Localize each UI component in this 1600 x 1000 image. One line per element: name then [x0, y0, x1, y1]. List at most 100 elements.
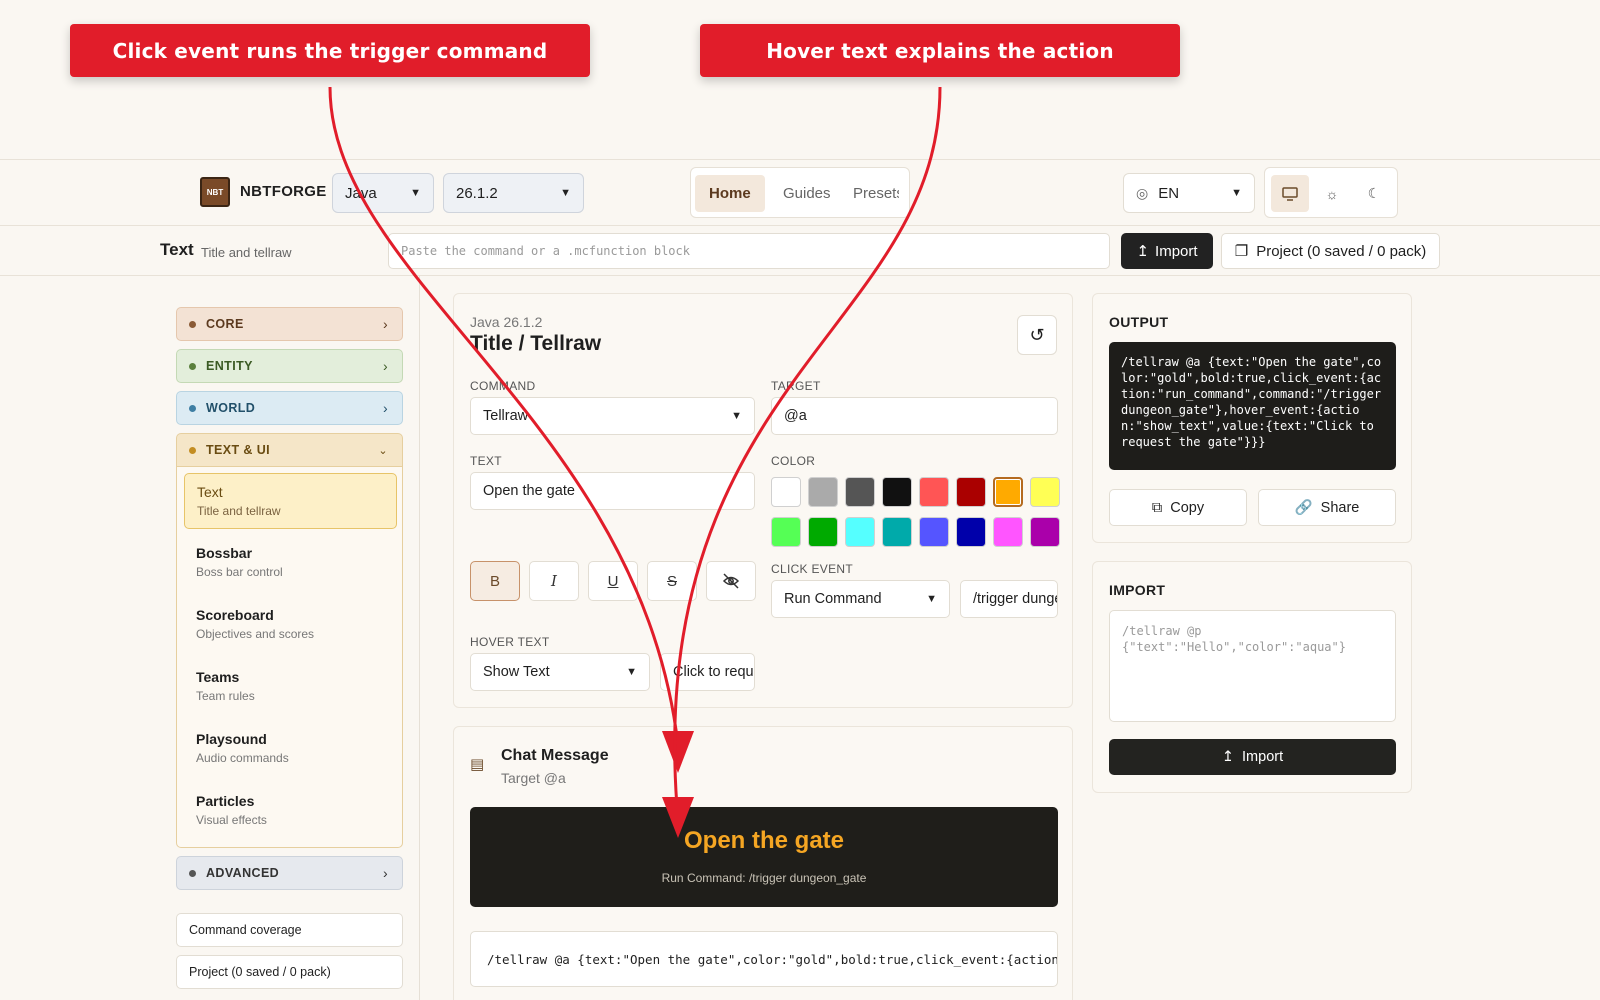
- color-swatch[interactable]: [1030, 477, 1060, 507]
- moon-icon[interactable]: ☾: [1355, 175, 1393, 212]
- nav-guides[interactable]: Guides: [769, 175, 845, 212]
- import-label: Import: [1155, 242, 1198, 260]
- project-button[interactable]: ❐ Project (0 saved / 0 pack): [1221, 233, 1440, 269]
- paste-command-input[interactable]: Paste the command or a .mcfunction block: [388, 233, 1110, 269]
- brand-name[interactable]: NBTFORGE: [240, 183, 327, 200]
- edition-value: Java: [345, 184, 377, 202]
- sidebar-item-scoreboard[interactable]: Scoreboard Objectives and scores: [184, 597, 397, 653]
- chevron-down-icon: ▼: [560, 187, 571, 199]
- category-world[interactable]: WORLD ›: [176, 391, 403, 425]
- sidebar-item-subtitle: Visual effects: [196, 813, 267, 827]
- italic-icon[interactable]: I: [529, 561, 579, 601]
- color-swatch[interactable]: [771, 477, 801, 507]
- sidebar-item-title: Scoreboard: [196, 607, 274, 623]
- monitor-icon[interactable]: [1271, 175, 1309, 212]
- category-dot: [189, 320, 196, 328]
- copy-icon: ⧉: [1151, 499, 1163, 516]
- underline-icon[interactable]: U: [588, 561, 638, 601]
- color-label: COLOR: [771, 454, 816, 468]
- app-logo[interactable]: NBT: [200, 177, 230, 207]
- sidebar-item-title: Particles: [196, 793, 255, 809]
- target-input[interactable]: @a: [771, 397, 1058, 435]
- color-swatch[interactable]: [808, 517, 838, 547]
- import-button-top[interactable]: ↥ Import: [1121, 233, 1213, 269]
- category-text-ui[interactable]: TEXT & UI ⌄: [176, 433, 403, 467]
- color-swatch[interactable]: [956, 477, 986, 507]
- sidebar-item-title: Bossbar: [196, 545, 253, 561]
- share-label: Share: [1320, 499, 1360, 516]
- import-button[interactable]: ↥ Import: [1109, 739, 1396, 775]
- theme-switcher: ☼ ☾: [1264, 167, 1398, 218]
- chat-message-text[interactable]: Open the gate: [470, 827, 1058, 855]
- color-swatch[interactable]: [882, 477, 912, 507]
- project-label: Project (0 saved / 0 pack): [1256, 242, 1427, 260]
- share-button[interactable]: 🔗 Share: [1258, 489, 1396, 526]
- nav-home[interactable]: Home: [695, 175, 765, 212]
- category-advanced[interactable]: ADVANCED ›: [176, 856, 403, 890]
- chat-action-line: Run Command: /trigger dungeon_gate: [661, 871, 867, 885]
- color-swatch[interactable]: [993, 477, 1023, 507]
- category-dot: [189, 869, 196, 877]
- callout-hover-text: Hover text explains the action: [700, 24, 1180, 77]
- click-event-select[interactable]: Run Command ▼: [771, 580, 950, 618]
- click-command-input[interactable]: /trigger dungeon_gate: [960, 580, 1058, 618]
- color-swatch[interactable]: [993, 517, 1023, 547]
- version-value: 26.1.2: [456, 184, 498, 202]
- color-swatch[interactable]: [845, 477, 875, 507]
- chat-preview-box[interactable]: Open the gate Run Command: /trigger dung…: [470, 807, 1058, 907]
- chevron-right-icon: ›: [382, 865, 388, 881]
- import-heading: IMPORT: [1109, 582, 1166, 598]
- color-swatch[interactable]: [919, 517, 949, 547]
- sidebar-item-bossbar[interactable]: Bossbar Boss bar control: [184, 535, 397, 591]
- reset-button[interactable]: ↺: [1017, 315, 1057, 355]
- command-label: COMMAND: [470, 379, 536, 393]
- sidebar-item-teams[interactable]: Teams Team rules: [184, 659, 397, 715]
- color-swatch[interactable]: [882, 517, 912, 547]
- obfuscated-icon[interactable]: [706, 561, 756, 601]
- command-preview-line[interactable]: /tellraw @a {text:"Open the gate",color:…: [470, 931, 1058, 987]
- sidebar-project-button[interactable]: Project (0 saved / 0 pack): [176, 955, 403, 989]
- chat-icon: ▤: [470, 756, 485, 773]
- hover-event-select[interactable]: Show Text ▼: [470, 653, 650, 691]
- color-swatch[interactable]: [1030, 517, 1060, 547]
- package-icon: ❐: [1234, 243, 1249, 260]
- hover-text-input[interactable]: Click to request the gate: [660, 653, 755, 691]
- sidebar-item-title: Teams: [196, 669, 240, 685]
- color-swatch[interactable]: [919, 477, 949, 507]
- click-event-label: CLICK EVENT: [771, 562, 853, 576]
- bold-icon[interactable]: B: [470, 561, 520, 601]
- edition-select[interactable]: Java ▼: [332, 173, 434, 213]
- color-swatch[interactable]: [956, 517, 986, 547]
- category-entity[interactable]: ENTITY ›: [176, 349, 403, 383]
- strikethrough-icon[interactable]: S: [647, 561, 697, 601]
- output-code-block[interactable]: /tellraw @a {text:"Open the gate",color:…: [1109, 342, 1396, 470]
- preview-title: Chat Message: [501, 747, 609, 764]
- sidebar-item-playsound[interactable]: Playsound Audio commands: [184, 721, 397, 777]
- upload-icon: ↥: [1136, 243, 1150, 260]
- language-select[interactable]: ◎ EN ▼: [1123, 173, 1255, 213]
- sun-icon[interactable]: ☼: [1313, 175, 1351, 212]
- copy-button[interactable]: ⧉ Copy: [1109, 489, 1247, 526]
- command-value: Tellraw: [483, 408, 529, 424]
- text-input[interactable]: Open the gate: [470, 472, 755, 510]
- sidebar-item-text[interactable]: Text Title and tellraw: [184, 473, 397, 529]
- command-select[interactable]: Tellraw ▼: [470, 397, 755, 435]
- color-swatch[interactable]: [808, 477, 838, 507]
- command-coverage-button[interactable]: Command coverage: [176, 913, 403, 947]
- preview-card: ▤ Chat Message Target @a Open the gate R…: [453, 726, 1073, 1000]
- chevron-down-icon: ▼: [626, 666, 637, 678]
- category-core[interactable]: CORE ›: [176, 307, 403, 341]
- color-swatch[interactable]: [845, 517, 875, 547]
- chevron-right-icon: ›: [382, 358, 388, 374]
- link-icon: 🔗: [1294, 500, 1313, 516]
- category-dot: [189, 404, 196, 412]
- category-label: TEXT & UI: [206, 443, 271, 457]
- chevron-down-icon: ▼: [731, 410, 742, 422]
- callout-click-event: Click event runs the trigger command: [70, 24, 590, 77]
- sidebar-item-particles[interactable]: Particles Visual effects: [184, 783, 397, 839]
- nav-presets[interactable]: Presets: [839, 175, 899, 212]
- import-textarea[interactable]: /tellraw @p {"text":"Hello","color":"aqu…: [1109, 610, 1396, 722]
- version-select[interactable]: 26.1.2 ▼: [443, 173, 584, 213]
- color-swatch[interactable]: [771, 517, 801, 547]
- output-card: OUTPUT /tellraw @a {text:"Open the gate"…: [1092, 293, 1412, 543]
